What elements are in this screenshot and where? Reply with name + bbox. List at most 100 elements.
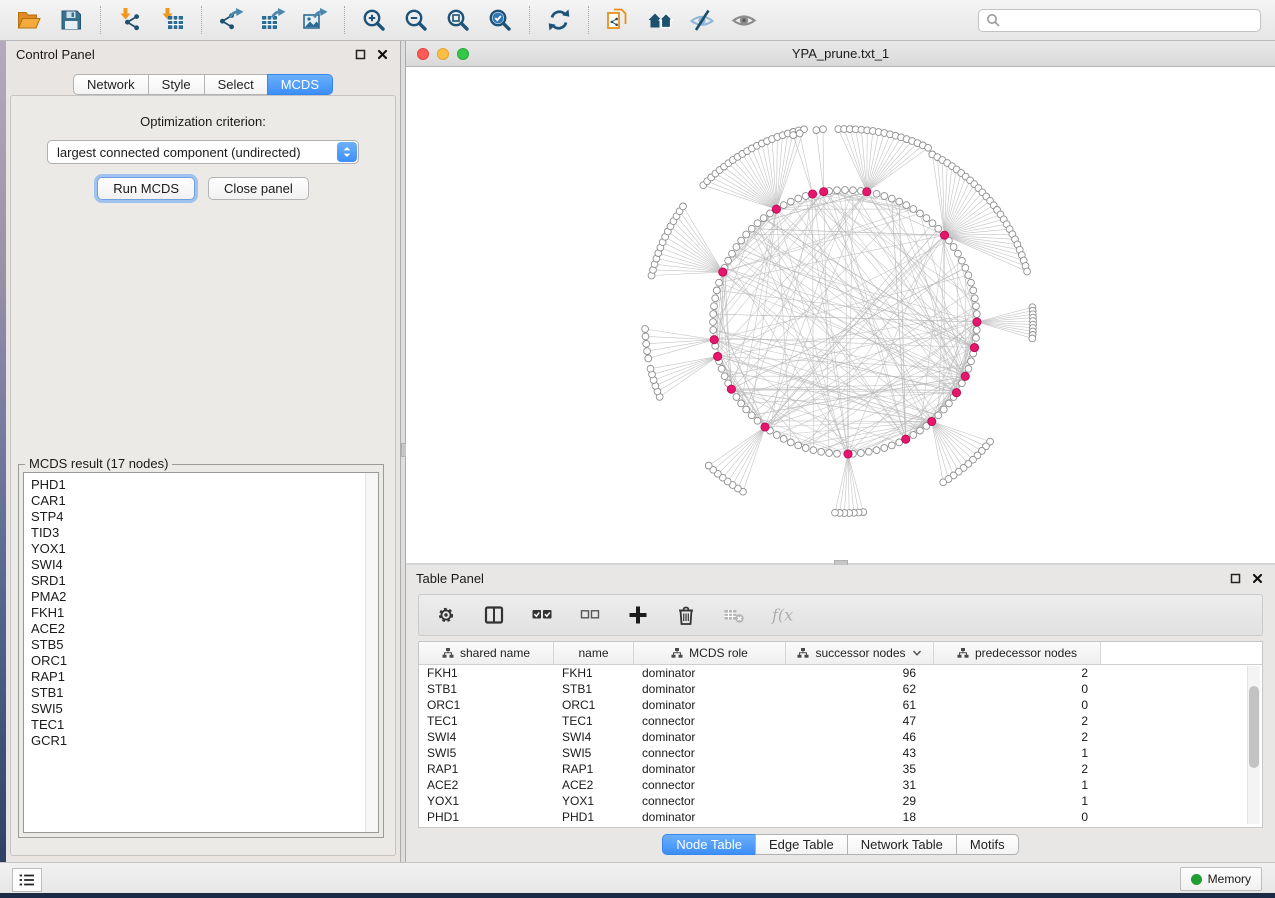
- tab-node-table[interactable]: Node Table: [662, 834, 756, 855]
- import-network-button[interactable]: [109, 3, 151, 37]
- table-row[interactable]: SWI5SWI5connector431: [419, 745, 1262, 761]
- table-row[interactable]: ACE2ACE2connector311: [419, 777, 1262, 793]
- tab-style[interactable]: Style: [148, 74, 205, 95]
- criterion-selected-value: largest connected component (undirected): [57, 145, 301, 160]
- mcds-result-item[interactable]: ACE2: [31, 621, 378, 637]
- tab-network-table[interactable]: Network Table: [847, 834, 957, 855]
- table-settings-button[interactable]: [434, 603, 458, 627]
- table-row[interactable]: ORC1ORC1dominator610: [419, 697, 1262, 713]
- tab-select[interactable]: Select: [204, 74, 268, 95]
- float-panel-icon[interactable]: [1227, 570, 1243, 586]
- table-cell: connector: [634, 746, 786, 760]
- table-row[interactable]: TEC1TEC1connector472: [419, 713, 1262, 729]
- search-input[interactable]: [1005, 12, 1253, 28]
- mcds-result-item[interactable]: ORC1: [31, 653, 378, 669]
- tab-motifs[interactable]: Motifs: [956, 834, 1019, 855]
- table-cell: SWI5: [554, 746, 634, 760]
- zoom-selected-icon: [487, 7, 513, 33]
- mcds-result-scrollbar[interactable]: [365, 473, 378, 832]
- mcds-result-list[interactable]: PHD1CAR1STP4TID3YOX1SWI4SRD1PMA2FKH1ACE2…: [23, 472, 379, 833]
- table-cell: STB1: [419, 682, 554, 696]
- column-header-name[interactable]: name: [554, 642, 634, 664]
- tab-mcds[interactable]: MCDS: [267, 74, 333, 95]
- network-canvas[interactable]: [406, 67, 1275, 563]
- search-box[interactable]: [978, 9, 1261, 32]
- mcds-result-item[interactable]: YOX1: [31, 541, 378, 557]
- zoom-out-button[interactable]: [395, 3, 437, 37]
- float-panel-icon[interactable]: [352, 46, 368, 62]
- table-cell: ORC1: [419, 698, 554, 712]
- mcds-result-item[interactable]: CAR1: [31, 493, 378, 509]
- table-row[interactable]: YOX1YOX1connector291: [419, 793, 1262, 809]
- table-cell: dominator: [634, 762, 786, 776]
- mcds-result-item[interactable]: STB5: [31, 637, 378, 653]
- table-scrollbar[interactable]: [1247, 666, 1260, 824]
- table-row[interactable]: FKH1FKH1dominator962: [419, 665, 1262, 681]
- column-header-shared-name[interactable]: shared name: [419, 642, 554, 664]
- table-cell: 47: [786, 714, 934, 728]
- export-network-button[interactable]: [210, 3, 252, 37]
- export-table-button[interactable]: [252, 3, 294, 37]
- window-minimize-button[interactable]: [437, 48, 449, 60]
- column-header-predecessor-nodes[interactable]: predecessor nodes: [934, 642, 1101, 664]
- hide-selected-button[interactable]: [681, 3, 723, 37]
- network-graph[interactable]: [406, 67, 1275, 563]
- export-image-button[interactable]: [294, 3, 336, 37]
- mcds-result-item[interactable]: PMA2: [31, 589, 378, 605]
- column-label: successor nodes: [815, 646, 905, 660]
- mcds-result-item[interactable]: PHD1: [31, 477, 378, 493]
- deselect-all-button[interactable]: [578, 603, 602, 627]
- panel-mode-button[interactable]: [482, 603, 506, 627]
- mcds-result-item[interactable]: SWI4: [31, 557, 378, 573]
- mcds-result-item[interactable]: STP4: [31, 509, 378, 525]
- column-header-successor-nodes[interactable]: successor nodes: [786, 642, 934, 664]
- table-row[interactable]: PHD1PHD1dominator180: [419, 809, 1262, 825]
- table-cell: dominator: [634, 810, 786, 824]
- close-panel-button[interactable]: Close panel: [208, 177, 309, 200]
- mcds-result-item[interactable]: FKH1: [31, 605, 378, 621]
- zoom-selected-button[interactable]: [479, 3, 521, 37]
- window-close-button[interactable]: [417, 48, 429, 60]
- tab-network[interactable]: Network: [73, 74, 149, 95]
- delete-column-button[interactable]: [674, 603, 698, 627]
- close-panel-icon[interactable]: [1249, 570, 1265, 586]
- mcds-result-item[interactable]: RAP1: [31, 669, 378, 685]
- table-row[interactable]: SWI4SWI4dominator462: [419, 729, 1262, 745]
- add-column-button[interactable]: [626, 603, 650, 627]
- apply-layout-button[interactable]: [538, 3, 580, 37]
- table-row[interactable]: STB1STB1dominator620: [419, 681, 1262, 697]
- scrollbar-thumb[interactable]: [1249, 686, 1259, 768]
- select-all-button[interactable]: [530, 603, 554, 627]
- save-session-button[interactable]: [50, 3, 92, 37]
- mcds-result-item[interactable]: GCR1: [31, 733, 378, 749]
- table-row[interactable]: RAP1RAP1dominator352: [419, 761, 1262, 777]
- network-window: YPA_prune.txt_1: [406, 41, 1275, 563]
- import-table-button[interactable]: [151, 3, 193, 37]
- network-from-selection-button[interactable]: [597, 3, 639, 37]
- open-file-button[interactable]: [8, 3, 50, 37]
- column-header-MCDS-role[interactable]: MCDS role: [634, 642, 786, 664]
- optimization-criterion-label: Optimization criterion:: [11, 114, 395, 129]
- table-cell: PHD1: [419, 810, 554, 824]
- mcds-result-item[interactable]: TEC1: [31, 717, 378, 733]
- tab-edge-table[interactable]: Edge Table: [755, 834, 848, 855]
- mcds-result-item[interactable]: STB1: [31, 685, 378, 701]
- mcds-result-item[interactable]: TID3: [31, 525, 378, 541]
- optimization-criterion-select[interactable]: largest connected component (undirected): [47, 140, 359, 164]
- zoom-in-button[interactable]: [353, 3, 395, 37]
- run-mcds-button[interactable]: Run MCDS: [97, 177, 195, 200]
- table-cell: 43: [786, 746, 934, 760]
- show-all-button[interactable]: [723, 3, 765, 37]
- close-panel-icon[interactable]: [374, 46, 390, 62]
- first-neighbors-button[interactable]: [639, 3, 681, 37]
- zoom-fit-button[interactable]: [437, 3, 479, 37]
- memory-button[interactable]: Memory: [1180, 867, 1262, 891]
- task-history-button[interactable]: [12, 868, 42, 892]
- table-cell: FKH1: [554, 666, 634, 680]
- mcds-result-item[interactable]: SWI5: [31, 701, 378, 717]
- mcds-result-item[interactable]: SRD1: [31, 573, 378, 589]
- table-cell: PHD1: [554, 810, 634, 824]
- window-maximize-button[interactable]: [457, 48, 469, 60]
- panel-mode-icon: [483, 604, 505, 626]
- network-title: YPA_prune.txt_1: [792, 46, 889, 61]
